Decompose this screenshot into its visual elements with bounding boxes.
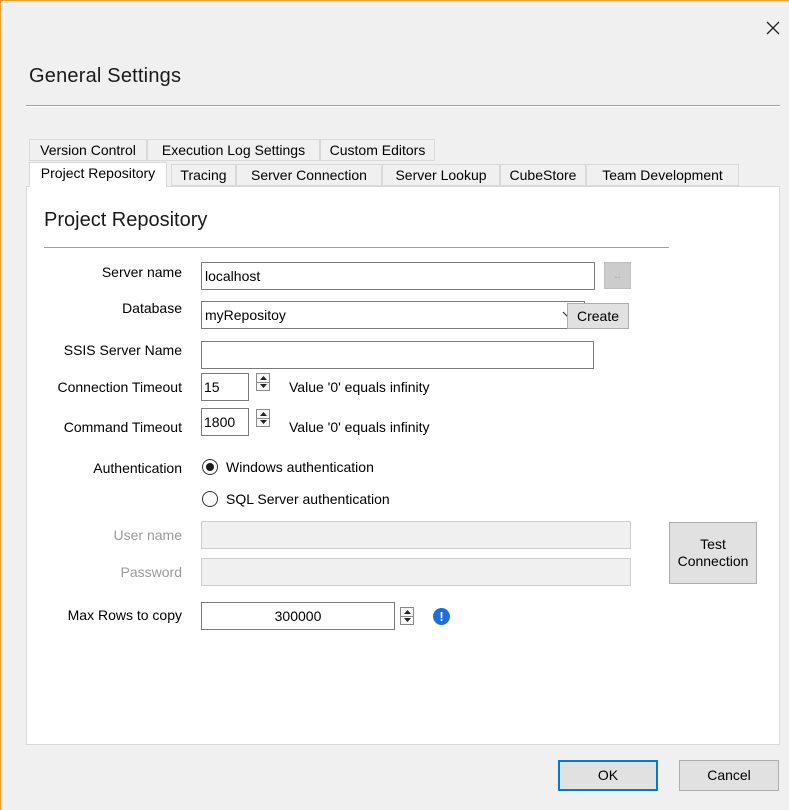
user-name-input[interactable]: [201, 521, 631, 549]
database-label: Database: [122, 300, 182, 316]
section-divider: [44, 247, 669, 248]
connection-timeout-spinner[interactable]: [256, 373, 270, 391]
tab-tracing[interactable]: Tracing: [171, 164, 236, 186]
tab-team-development[interactable]: Team Development: [586, 164, 739, 186]
tab-server-lookup[interactable]: Server Lookup: [382, 164, 500, 186]
sql-auth-radio[interactable]: [202, 491, 218, 507]
spin-down-icon[interactable]: [257, 381, 269, 391]
spin-down-icon[interactable]: [401, 615, 413, 625]
tab-version-control[interactable]: Version Control: [29, 139, 147, 161]
server-browse-button[interactable]: ..: [604, 262, 631, 289]
section-title: Project Repository: [44, 209, 208, 231]
tab-execution-log-settings[interactable]: Execution Log Settings: [147, 139, 320, 161]
title-divider: [26, 105, 780, 107]
dialog-title: General Settings: [29, 65, 182, 87]
spin-up-icon[interactable]: [257, 410, 269, 418]
tab-cubestore[interactable]: CubeStore: [500, 164, 586, 186]
max-rows-label: Max Rows to copy: [67, 607, 182, 623]
close-button[interactable]: [757, 13, 789, 43]
tab-panel-project-repository: Project Repository Server name localhost…: [26, 186, 780, 745]
max-rows-input[interactable]: 300000: [201, 602, 395, 630]
tab-custom-editors[interactable]: Custom Editors: [320, 139, 435, 161]
database-select-value: myRepositoy: [205, 307, 286, 323]
ssis-server-name-input[interactable]: [201, 341, 594, 369]
create-button[interactable]: Create: [567, 303, 629, 329]
tab-server-connection[interactable]: Server Connection: [236, 164, 382, 186]
close-icon: [766, 21, 780, 35]
test-connection-button[interactable]: Test Connection: [669, 522, 757, 584]
connection-timeout-hint: Value '0' equals infinity: [289, 379, 430, 395]
user-name-label: User name: [113, 527, 182, 543]
password-input[interactable]: [201, 558, 631, 586]
connection-timeout-input[interactable]: 15: [201, 373, 249, 401]
info-icon[interactable]: !: [433, 608, 450, 625]
windows-auth-radio[interactable]: [202, 459, 218, 475]
server-name-label: Server name: [101, 264, 182, 280]
database-select[interactable]: myRepositoy: [201, 301, 585, 329]
command-timeout-hint: Value '0' equals infinity: [289, 419, 430, 435]
spin-down-icon[interactable]: [257, 417, 269, 427]
connection-timeout-label: Connection Timeout: [57, 379, 182, 395]
authentication-label: Authentication: [93, 460, 182, 476]
command-timeout-input[interactable]: 1800: [201, 408, 249, 436]
tab-project-repository[interactable]: Project Repository: [29, 162, 167, 187]
spin-up-icon[interactable]: [257, 374, 269, 382]
command-timeout-label: Command Timeout: [63, 419, 182, 435]
server-name-input[interactable]: localhost: [201, 262, 595, 290]
command-timeout-spinner[interactable]: [256, 409, 270, 427]
ok-button[interactable]: OK: [558, 760, 658, 791]
windows-auth-label[interactable]: Windows authentication: [226, 459, 374, 475]
cancel-button[interactable]: Cancel: [679, 760, 779, 791]
ssis-server-name-label: SSIS Server Name: [63, 342, 182, 358]
settings-dialog: General Settings Version Control Executi…: [0, 0, 789, 810]
max-rows-spinner[interactable]: [400, 607, 414, 625]
password-label: Password: [120, 564, 182, 580]
spin-up-icon[interactable]: [401, 608, 413, 616]
sql-auth-label[interactable]: SQL Server authentication: [226, 491, 390, 507]
